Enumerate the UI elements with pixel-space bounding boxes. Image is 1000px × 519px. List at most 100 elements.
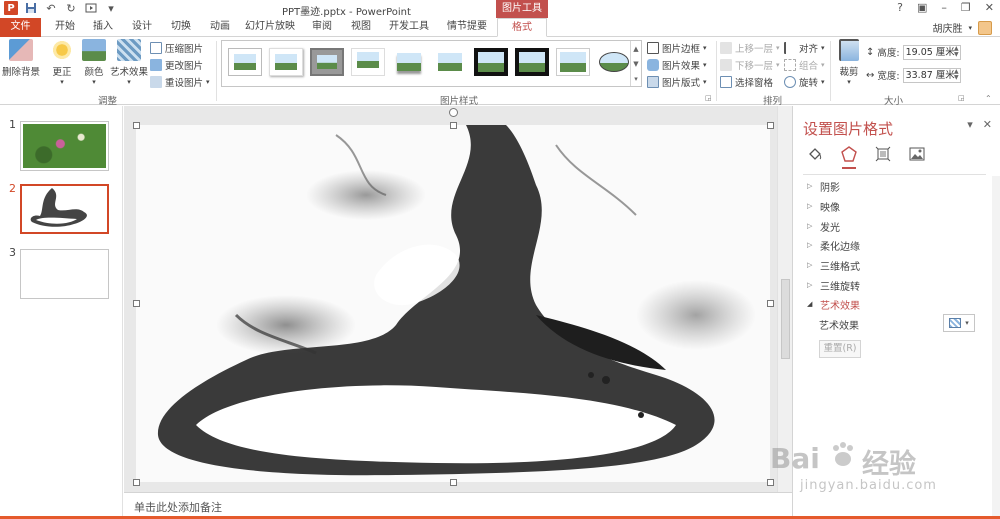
gallery-down-icon[interactable]: ▼ — [633, 60, 638, 68]
section-3d-rotation[interactable]: ▷ 三维旋转 — [807, 278, 860, 293]
picture-style-8[interactable] — [515, 48, 549, 76]
change-picture-button[interactable]: 更改图片 — [150, 57, 203, 73]
customize-qat-icon[interactable]: ▾ — [104, 1, 118, 15]
tab-format[interactable]: 格式 — [497, 18, 547, 37]
rotate-handle-icon[interactable] — [449, 108, 458, 117]
width-icon: ↔ — [866, 69, 875, 81]
reset-picture-button[interactable]: 重设图片 ▾ — [150, 74, 210, 90]
slide-thumbnail-3[interactable] — [20, 249, 109, 299]
tab-design[interactable]: 设计 — [124, 18, 160, 37]
picture-style-5[interactable] — [392, 48, 426, 76]
rotate-button[interactable]: 旋转 ▾ — [784, 74, 825, 90]
corrections-button[interactable]: 更正 ▾ — [44, 39, 80, 86]
compress-pictures-button[interactable]: 压缩图片 — [150, 40, 203, 56]
slide-thumbnail-1[interactable] — [20, 121, 109, 171]
paw-logo-icon — [833, 442, 853, 466]
picture-style-4[interactable] — [351, 48, 385, 76]
tab-review[interactable]: 审阅 — [304, 18, 340, 37]
artistic-effects-button[interactable]: 艺术效果 ▾ — [108, 39, 150, 86]
help-icon[interactable]: ? — [897, 1, 903, 14]
tab-home[interactable]: 开始 — [47, 18, 83, 37]
height-spinner[interactable]: ▲ ▼ — [954, 45, 959, 59]
picture-style-3[interactable] — [310, 48, 344, 76]
section-shadow[interactable]: ▷ 阴影 — [807, 179, 840, 194]
powerpoint-logo-icon[interactable]: P — [4, 1, 18, 15]
resize-handle[interactable] — [767, 122, 774, 129]
effects-icon[interactable] — [839, 144, 859, 169]
tab-transitions[interactable]: 切换 — [163, 18, 199, 37]
watermark-brand-cn: 经验 — [862, 449, 916, 480]
resize-handle[interactable] — [133, 479, 140, 486]
slide-canvas[interactable] — [136, 125, 770, 482]
picture-icon[interactable] — [907, 144, 927, 164]
pane-options-icon[interactable]: ▾ — [967, 118, 973, 131]
notes-pane[interactable]: 单击此处添加备注 — [124, 492, 792, 519]
tab-view[interactable]: 视图 — [343, 18, 379, 37]
pane-close-icon[interactable]: ✕ — [983, 118, 992, 131]
height-input[interactable]: 19.05 厘米 ▲ ▼ — [902, 44, 961, 60]
picture-style-6[interactable] — [433, 48, 467, 76]
group-objects-button[interactable]: 组合 ▾ — [784, 57, 825, 73]
change-picture-icon — [150, 59, 162, 71]
width-spinner[interactable]: ▲ ▼ — [954, 68, 959, 82]
gallery-scroll[interactable]: ▲ ▼ ▾ — [630, 41, 641, 86]
remove-background-button[interactable]: 删除背景 — [0, 39, 42, 78]
size-properties-icon[interactable] — [873, 144, 893, 164]
vertical-scrollbar[interactable] — [777, 106, 792, 492]
picture-border-icon — [647, 42, 659, 54]
ribbon-display-icon[interactable]: ▣ — [917, 1, 927, 14]
picture-border-button[interactable]: 图片边框 ▾ — [647, 40, 707, 56]
slide-editing-area — [124, 106, 792, 492]
group-label-adjust: 调整 — [98, 96, 118, 107]
minimize-icon[interactable]: – — [941, 1, 947, 14]
section-glow[interactable]: ▷ 发光 — [807, 219, 840, 234]
picture-style-2[interactable] — [269, 48, 303, 76]
scroll-thumb[interactable] — [781, 279, 790, 359]
tab-slideshow[interactable]: 幻灯片放映 — [240, 18, 300, 37]
gallery-up-icon[interactable]: ▲ — [633, 45, 638, 53]
gallery-more-icon[interactable]: ▾ — [634, 75, 638, 83]
tab-developer[interactable]: 开发工具 — [382, 18, 436, 37]
collapse-ribbon-icon[interactable]: ⌃ — [985, 94, 992, 103]
tab-animations[interactable]: 动画 — [202, 18, 238, 37]
align-button[interactable]: 对齐 ▾ — [784, 40, 825, 56]
restore-icon[interactable]: ❐ — [961, 1, 971, 14]
save-icon[interactable] — [24, 1, 38, 15]
user-account[interactable]: 胡庆胜 ▾ — [932, 18, 992, 37]
bring-forward-button[interactable]: 上移一层 ▾ — [720, 40, 780, 56]
fill-line-icon[interactable] — [805, 144, 825, 164]
selection-pane-button[interactable]: 选择窗格 — [720, 74, 773, 90]
close-icon[interactable]: ✕ — [985, 1, 994, 14]
ink-splash-image[interactable] — [136, 125, 770, 482]
color-button[interactable]: 颜色 ▾ — [78, 39, 110, 86]
resize-handle[interactable] — [133, 122, 140, 129]
from-beginning-icon[interactable] — [84, 1, 98, 15]
picture-layout-button[interactable]: 图片版式 ▾ — [647, 74, 707, 90]
picture-effects-button[interactable]: 图片效果 ▾ — [647, 57, 707, 73]
tab-storyboarding[interactable]: 情节提要 — [440, 18, 494, 37]
section-reflection[interactable]: ▷ 映像 — [807, 199, 840, 214]
reset-button[interactable]: 重置(R) — [819, 340, 861, 358]
artistic-effect-dropdown[interactable]: ▾ — [943, 314, 975, 332]
picture-style-10[interactable] — [597, 48, 631, 76]
section-soft-edges[interactable]: ▷ 柔化边缘 — [807, 238, 860, 253]
redo-icon[interactable]: ↻ — [64, 1, 78, 15]
crop-button[interactable]: 裁剪 ▾ — [834, 39, 864, 86]
resize-handle[interactable] — [450, 479, 457, 486]
resize-handle[interactable] — [450, 122, 457, 129]
size-launcher-icon[interactable]: ◲ — [958, 94, 965, 102]
picture-style-1[interactable] — [228, 48, 262, 76]
picture-style-7[interactable] — [474, 48, 508, 76]
resize-handle[interactable] — [133, 300, 140, 307]
tab-file[interactable]: 文件 — [0, 18, 41, 37]
slide-thumbnail-2[interactable] — [20, 184, 109, 234]
resize-handle[interactable] — [767, 300, 774, 307]
tab-insert[interactable]: 插入 — [85, 18, 121, 37]
picture-style-9[interactable] — [556, 48, 590, 76]
section-3d-format[interactable]: ▷ 三维格式 — [807, 258, 860, 273]
send-backward-button[interactable]: 下移一层 ▾ — [720, 57, 780, 73]
section-artistic-effects[interactable]: ◢ 艺术效果 — [807, 297, 860, 312]
width-input[interactable]: 33.87 厘米 ▲ ▼ — [902, 67, 961, 83]
undo-icon[interactable]: ↶ — [44, 1, 58, 15]
picture-styles-launcher-icon[interactable]: ◲ — [705, 94, 712, 102]
